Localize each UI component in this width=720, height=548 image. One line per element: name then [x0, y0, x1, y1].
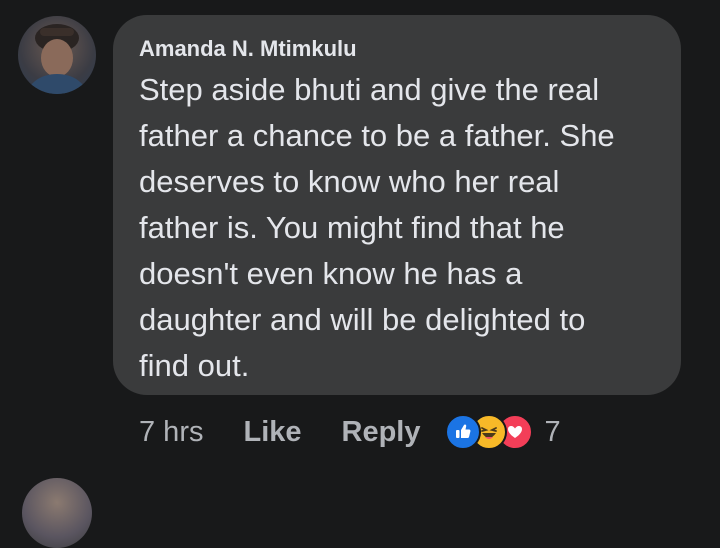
comment-bubble: Amanda N. Mtimkulu Step aside bhuti and …	[113, 15, 681, 395]
like-icon	[444, 414, 481, 450]
comment-author-name[interactable]: Amanda N. Mtimkulu	[139, 35, 657, 63]
next-commenter-avatar[interactable]	[22, 478, 92, 548]
comment-timestamp[interactable]: 7 hrs	[139, 416, 203, 449]
commenter-avatar[interactable]	[18, 16, 96, 94]
comment-actions-bar: 7 hrs Like Reply 7	[139, 410, 561, 454]
reaction-count: 7	[544, 415, 561, 448]
reply-button[interactable]: Reply	[342, 416, 421, 449]
like-button[interactable]: Like	[243, 416, 301, 449]
comment-text: Step aside bhuti and give the real fathe…	[139, 72, 615, 383]
reactions-summary[interactable]: 7	[444, 414, 561, 450]
